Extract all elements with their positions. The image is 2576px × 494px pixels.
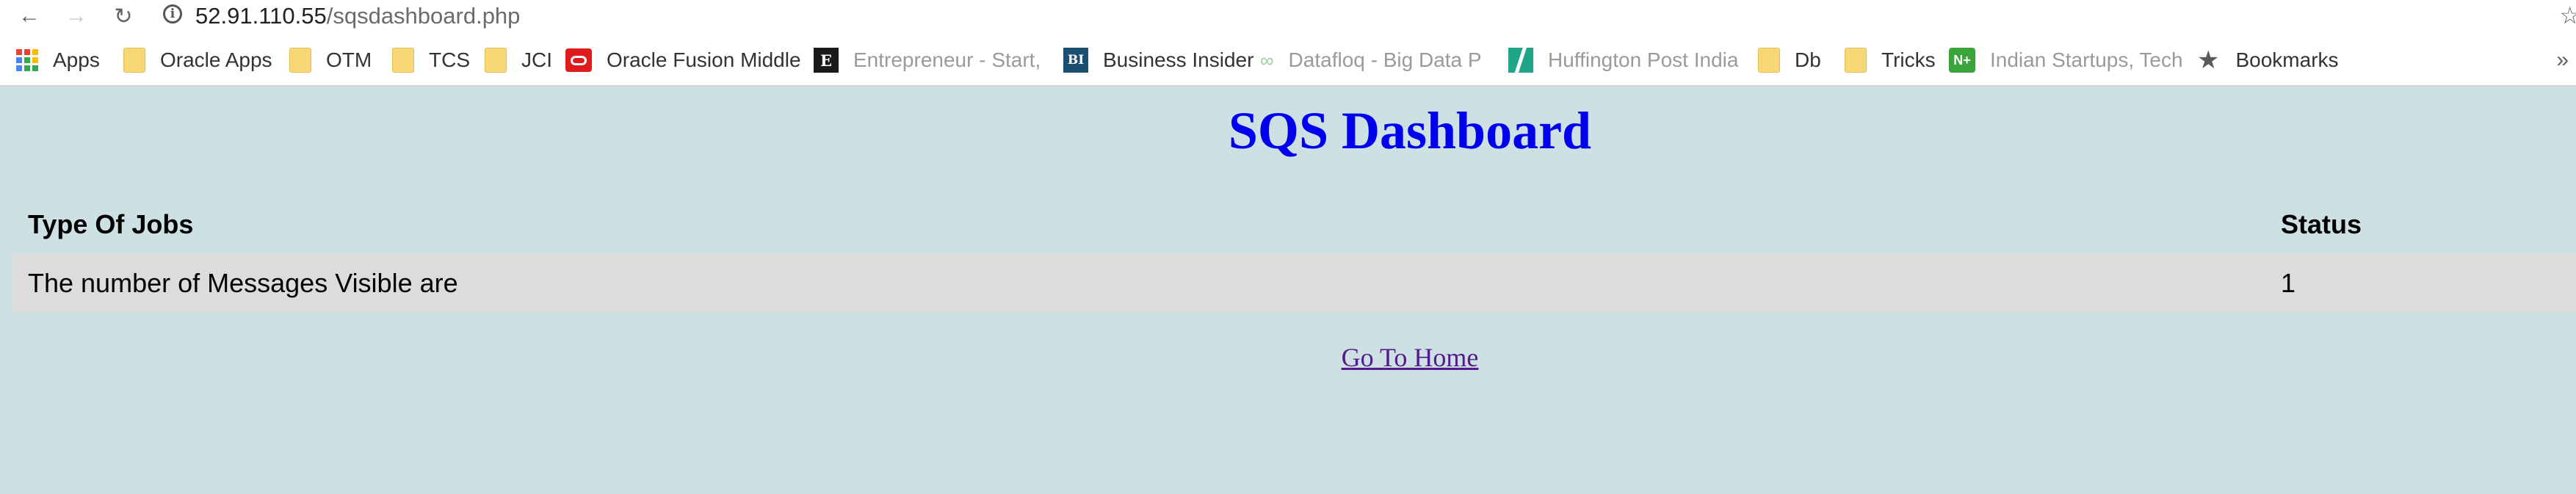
- bookmark-bookmarks[interactable]: ★ Bookmarks: [2197, 35, 2339, 85]
- bookmark-label: TCS: [429, 48, 470, 71]
- huffington-post-icon: [1508, 48, 1533, 73]
- bookmark-label: Huffington Post India: [1548, 48, 1739, 71]
- business-insider-icon: BI: [1063, 48, 1088, 73]
- star-icon: ★: [2197, 46, 2220, 74]
- bookmark-apps[interactable]: Apps: [16, 35, 100, 85]
- home-link-container: Go To Home: [0, 338, 2576, 377]
- bookmark-db[interactable]: Db: [1758, 35, 1821, 85]
- folder-icon: [1758, 48, 1780, 73]
- bookmark-label: Db: [1795, 48, 1821, 71]
- bookmark-star-icon[interactable]: ☆: [2559, 1, 2576, 29]
- bookmark-label: Bookmarks: [2235, 48, 2339, 71]
- table-header-row: Type Of Jobs Status: [13, 195, 2576, 254]
- table-row: The number of Messages Visible are 1: [13, 254, 2576, 313]
- bookmark-jci[interactable]: JCI: [485, 35, 552, 85]
- bookmark-otm[interactable]: OTM: [289, 35, 372, 85]
- bookmark-label: Oracle Apps: [160, 48, 272, 71]
- column-header-status: Status: [2281, 209, 2362, 239]
- bookmark-tcs[interactable]: TCS: [392, 35, 470, 85]
- more-bookmarks-chevron-icon[interactable]: »: [2556, 35, 2569, 85]
- url-field[interactable]: 52.91.110.55/sqsdashboard.php: [195, 0, 520, 32]
- address-bar: ← → ↻ i 52.91.110.55/sqsdashboard.php ☆: [0, 0, 2576, 35]
- job-type-cell: The number of Messages Visible are: [28, 268, 458, 298]
- bookmark-tricks[interactable]: Tricks: [1845, 35, 1936, 85]
- bookmark-datafloq[interactable]: ∞ Datafloq - Big Data P: [1260, 35, 1482, 85]
- bookmark-label: Datafloq - Big Data P: [1288, 48, 1482, 71]
- back-arrow-icon[interactable]: ←: [13, 0, 46, 32]
- site-info-icon[interactable]: i: [163, 4, 182, 23]
- bookmark-label: Business Insider: [1103, 48, 1254, 71]
- status-cell: 1: [2281, 268, 2296, 298]
- bookmark-label: Oracle Fusion Middle: [607, 48, 801, 71]
- jobs-table: Type Of Jobs Status The number of Messag…: [13, 195, 2576, 313]
- go-to-home-link[interactable]: Go To Home: [1342, 343, 1479, 372]
- bookmark-entrepreneur[interactable]: E Entrepreneur - Start,: [814, 35, 1041, 85]
- forward-arrow-icon[interactable]: →: [60, 0, 93, 32]
- n-plus-icon: N+: [1949, 48, 1975, 73]
- bookmark-label: OTM: [326, 48, 372, 71]
- bookmark-label: Apps: [53, 48, 100, 71]
- url-path: /sqsdashboard.php: [326, 3, 521, 29]
- bookmark-label: JCI: [521, 48, 552, 71]
- folder-icon: [485, 48, 507, 73]
- folder-icon: [392, 48, 414, 73]
- datafloq-icon: ∞: [1260, 48, 1274, 71]
- oracle-icon: [565, 48, 592, 72]
- folder-icon: [1845, 48, 1867, 73]
- bookmarks-bar: Apps Oracle Apps OTM TCS JCI Oracle Fusi…: [0, 35, 2576, 87]
- folder-icon: [123, 48, 145, 73]
- reload-icon[interactable]: ↻: [107, 0, 140, 32]
- bookmark-huffington-post[interactable]: Huffington Post India: [1508, 35, 1738, 85]
- bookmark-indian-startups[interactable]: N+ Indian Startups, Tech: [1949, 35, 2183, 85]
- bookmark-label: Entrepreneur - Start,: [853, 48, 1041, 71]
- folder-icon: [289, 48, 311, 73]
- bookmark-label: Indian Startups, Tech: [1990, 48, 2183, 71]
- bookmark-business-insider[interactable]: BI Business Insider: [1063, 35, 1253, 85]
- url-host: 52.91.110.55: [195, 3, 327, 29]
- bookmark-oracle-fusion[interactable]: Oracle Fusion Middle: [565, 35, 801, 85]
- bookmark-oracle-apps[interactable]: Oracle Apps: [123, 35, 272, 85]
- entrepreneur-icon: E: [814, 48, 839, 73]
- apps-grid-icon: [16, 49, 38, 71]
- column-header-type-of-jobs: Type Of Jobs: [28, 209, 194, 239]
- bookmark-label: Tricks: [1881, 48, 1936, 71]
- page-title: SQS Dashboard: [1228, 101, 1592, 160]
